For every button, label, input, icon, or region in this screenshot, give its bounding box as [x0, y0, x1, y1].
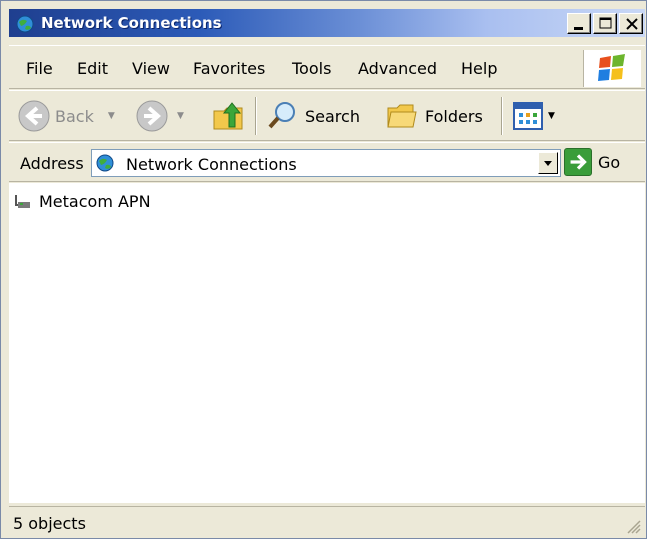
window-title: Network Connections	[41, 14, 222, 32]
windows-logo	[583, 50, 641, 87]
forward-button[interactable]: ▼	[135, 99, 184, 133]
close-button[interactable]	[619, 13, 643, 34]
folders-label: Folders	[425, 106, 483, 126]
back-button[interactable]: Back ▼	[17, 99, 115, 133]
forward-dropdown-icon[interactable]: ▼	[177, 111, 184, 121]
network-connections-icon	[16, 15, 34, 33]
search-icon	[268, 102, 295, 129]
address-label: Address	[20, 154, 84, 173]
go-button[interactable]: Go	[564, 148, 620, 176]
minimize-button[interactable]	[567, 13, 591, 34]
list-item-label: Metacom APN	[39, 191, 151, 211]
menu-bar: File Edit View Favorites Tools Advanced …	[9, 45, 645, 89]
back-label: Back	[55, 106, 94, 126]
standard-toolbar: Back ▼ ▼ Search Folders ▼	[9, 90, 645, 141]
folders-button[interactable]: Folders	[385, 99, 483, 133]
menu-favorites[interactable]: Favorites	[193, 59, 265, 78]
menu-file[interactable]: File	[26, 59, 53, 78]
file-list[interactable]: Metacom APN	[9, 183, 645, 503]
go-arrow-icon	[564, 148, 592, 176]
views-icon	[513, 102, 543, 130]
resize-grip-icon[interactable]	[623, 516, 641, 534]
close-icon	[626, 18, 638, 30]
network-connections-icon	[96, 154, 114, 172]
folders-icon	[387, 104, 417, 128]
address-input[interactable]: Network Connections	[91, 149, 561, 177]
maximize-button[interactable]	[593, 13, 617, 34]
menu-advanced[interactable]: Advanced	[358, 59, 437, 78]
status-bar: 5 objects	[9, 506, 645, 538]
list-item[interactable]: Metacom APN	[13, 191, 151, 211]
up-folder-icon	[213, 102, 243, 130]
title-bar[interactable]: Network Connections	[9, 9, 645, 37]
windows-flag-icon	[598, 54, 625, 81]
status-text: 5 objects	[13, 514, 86, 533]
maximize-icon	[599, 17, 612, 29]
back-dropdown-icon[interactable]: ▼	[108, 111, 115, 121]
dialup-connection-icon	[15, 195, 30, 208]
views-button[interactable]: ▼	[512, 100, 555, 132]
address-dropdown-button[interactable]	[538, 152, 558, 174]
back-arrow-icon	[18, 100, 50, 132]
toolbar-separator	[255, 97, 257, 135]
menu-edit[interactable]: Edit	[77, 59, 108, 78]
menu-help[interactable]: Help	[461, 59, 497, 78]
address-bar: Address Network Connections Go	[9, 142, 645, 182]
up-folder-button[interactable]	[210, 97, 248, 135]
chevron-down-icon	[544, 161, 552, 166]
search-button[interactable]: Search	[265, 99, 360, 133]
views-dropdown-icon[interactable]: ▼	[548, 111, 555, 121]
minimize-icon	[574, 27, 583, 30]
toolbar-separator	[501, 97, 503, 135]
explorer-window: Network Connections File Edit View Favor…	[0, 0, 647, 539]
forward-arrow-icon	[136, 100, 168, 132]
menu-view[interactable]: View	[132, 59, 170, 78]
address-value: Network Connections	[126, 155, 297, 174]
search-label: Search	[305, 106, 360, 126]
menu-tools[interactable]: Tools	[292, 59, 331, 78]
go-label: Go	[598, 152, 621, 172]
